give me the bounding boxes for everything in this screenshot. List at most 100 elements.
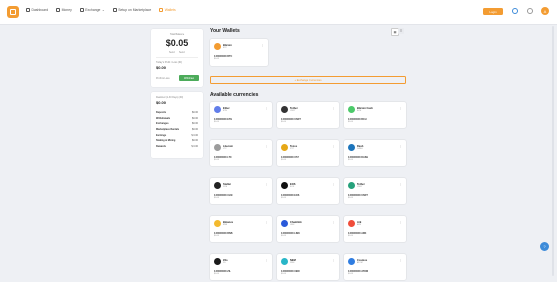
coin-usd-value: $0.00 <box>281 121 287 123</box>
coin-symbol: EOS <box>290 186 295 188</box>
coin-usd-value: $0.00 <box>348 235 354 237</box>
wallet-card[interactable]: Bitcoin BTC ⋮ 0.00000000 BTC $0.05 <box>210 39 268 66</box>
logo-mark-icon <box>10 9 16 15</box>
nav-marketplace[interactable]: Setup on Marketplace <box>112 8 152 12</box>
wallet-card[interactable]: Binance BNB ⋮ 0.00000000 BNB $0.00 <box>210 216 272 242</box>
withdraw-button[interactable]: Withdraw <box>179 75 199 81</box>
wallet-card[interactable]: Ark ARK ⋮ 0.00000000 ARK $0.00 <box>344 216 406 242</box>
nav-marketplace-label: Setup on Marketplace <box>118 8 152 12</box>
stats-row-value: $0.00 <box>192 122 198 126</box>
coin-symbol: BNB <box>223 224 228 226</box>
coin-icon <box>281 220 288 227</box>
nav-exchange-label: Exchange <box>85 8 101 12</box>
send-link-left[interactable]: Send <box>169 51 175 54</box>
coin-usd-value: $0.00 <box>281 235 287 237</box>
main-nav: Dashboard Money Exchange ⌄ Setup on Marke… <box>26 8 176 12</box>
stats-row-value: $0.00 <box>192 139 198 143</box>
wallet-card[interactable]: Tether USDT ⋮ 0.00000000 USDT $0.00 <box>277 102 339 128</box>
nav-dashboard[interactable]: Dashboard <box>26 8 48 12</box>
exchange-icon <box>79 8 84 12</box>
coin-icon <box>214 220 221 227</box>
more-options-icon[interactable]: ⋮ <box>399 144 402 148</box>
wallet-card[interactable]: Dash DASH ⋮ 0.00000000 DASH $0.00 <box>344 140 406 166</box>
wallet-card[interactable]: Zilo ZIL ⋮ 0.00000000 ZIL $0.00 <box>210 254 272 280</box>
coin-usd-value: $0.00 <box>348 159 354 161</box>
dashboard-icon <box>26 8 30 12</box>
app-logo[interactable] <box>7 6 19 18</box>
stats-row-value: $0.00 <box>192 116 198 120</box>
more-options-icon[interactable]: ⋮ <box>332 220 335 224</box>
coin-symbol: ARK <box>357 224 362 226</box>
coin-usd-value: $0.00 <box>348 273 354 275</box>
wallet-card[interactable]: Litecoin LTC ⋮ 0.00000000 LTC $0.00 <box>210 140 272 166</box>
settings-icon[interactable] <box>527 8 533 14</box>
more-options-icon[interactable]: ⋮ <box>265 106 268 110</box>
realized-value: $0.00 <box>156 100 167 105</box>
list-view-toggle[interactable]: ☰ <box>398 28 404 34</box>
scrollbar[interactable] <box>552 26 554 276</box>
wallet-card[interactable]: EOS EOS ⋮ 0.00000000 EOS $0.00 <box>277 178 339 204</box>
wallet-card[interactable]: Tether USDT ⋮ 0.00000000 USDT $0.00 <box>344 178 406 204</box>
wallet-card[interactable]: Bitcoin Cash BCH ⋮ 0.00000000 BCH $0.00 <box>344 102 406 128</box>
coin-icon <box>281 258 288 265</box>
exchange-currencies-button[interactable]: + Exchange Currencies <box>210 76 406 84</box>
coin-symbol: BTC <box>223 47 227 49</box>
wallet-card[interactable]: Stellar XLM ⋮ 0.00000000 XLM $0.00 <box>210 178 272 204</box>
nav-money[interactable]: Money <box>56 8 72 12</box>
coin-usd-value: $0.00 <box>348 197 354 199</box>
money-icon <box>56 8 61 12</box>
coin-symbol: LTC <box>223 148 227 150</box>
more-options-icon[interactable]: ⋮ <box>399 182 402 186</box>
more-options-icon[interactable]: ⋮ <box>265 258 268 262</box>
more-options-icon[interactable]: ⋮ <box>265 220 268 224</box>
nav-wallets[interactable]: Wallets <box>159 8 176 12</box>
today-profit-value: $0.00 <box>156 65 167 70</box>
coin-usd-value: $0.00 <box>214 273 220 275</box>
more-options-icon[interactable]: ⋮ <box>261 43 264 47</box>
more-options-icon[interactable]: ⋮ <box>332 144 335 148</box>
coin-symbol: XLM <box>223 186 228 188</box>
more-options-icon[interactable]: ⋮ <box>265 144 268 148</box>
top-navigation-bar: Dashboard Money Exchange ⌄ Setup on Marke… <box>0 0 557 25</box>
more-options-icon[interactable]: ⋮ <box>265 182 268 186</box>
balance-summary-card: Total Balance $0.05 Send Send Today's Pr… <box>151 29 203 87</box>
coin-symbol: BCH <box>357 110 362 112</box>
more-options-icon[interactable]: ⋮ <box>332 182 335 186</box>
wallet-card[interactable]: Chainlink LINK ⋮ 0.00000000 LINK $0.00 <box>277 216 339 242</box>
wallet-card[interactable]: NEM XEM ⋮ 0.00000000 XEM $0.00 <box>277 254 339 280</box>
coin-icon <box>214 144 221 151</box>
your-wallets-title: Your Wallets <box>210 28 240 34</box>
help-chat-button[interactable]: ? <box>540 242 549 251</box>
more-options-icon[interactable]: ⋮ <box>399 220 402 224</box>
more-options-icon[interactable]: ⋮ <box>399 106 402 110</box>
more-options-icon[interactable]: ⋮ <box>332 258 335 262</box>
total-balance-value: $0.05 <box>165 38 189 48</box>
avatar[interactable]: A <box>541 7 549 15</box>
grid-icon: ▦ <box>393 30 397 34</box>
stats-row-label: Rewards <box>156 144 166 148</box>
more-options-icon[interactable]: ⋮ <box>399 258 402 262</box>
today-profit-label: Today's Profit / Loss (ID) <box>156 61 182 64</box>
stats-row-value: $ 0.00 <box>191 144 198 148</box>
send-link-right[interactable]: Send <box>179 51 185 54</box>
coin-icon <box>214 106 221 113</box>
marketplace-icon <box>112 8 117 12</box>
wallet-card[interactable]: Tezos XTZ ⋮ 0.00000000 XTZ $0.00 <box>277 140 339 166</box>
exchange-currencies-label: + Exchange Currencies <box>294 78 322 82</box>
stats-row: Rewards $ 0.00 <box>156 144 198 150</box>
chevron-down-icon: ⌄ <box>101 8 105 12</box>
wallet-card[interactable]: Cosmos ATOM ⋮ 0.00000000 ATOM $0.00 <box>344 254 406 280</box>
login-button[interactable]: Login <box>483 8 503 15</box>
stats-row-label: Earnings <box>156 133 167 137</box>
coin-icon <box>348 106 355 113</box>
coin-symbol: USDT <box>357 186 363 188</box>
nav-exchange[interactable]: Exchange ⌄ <box>79 8 105 12</box>
more-options-icon[interactable]: ⋮ <box>332 106 335 110</box>
login-button-label: Login <box>489 9 497 14</box>
coin-usd-value: $0.00 <box>214 235 220 237</box>
wallet-card[interactable]: Ether ETH ⋮ 0.00000000 ETH $0.00 <box>210 102 272 128</box>
coin-symbol: DASH <box>357 148 363 150</box>
coin-icon <box>281 144 288 151</box>
notifications-icon[interactable] <box>512 8 518 14</box>
chat-icon: ? <box>543 244 546 249</box>
